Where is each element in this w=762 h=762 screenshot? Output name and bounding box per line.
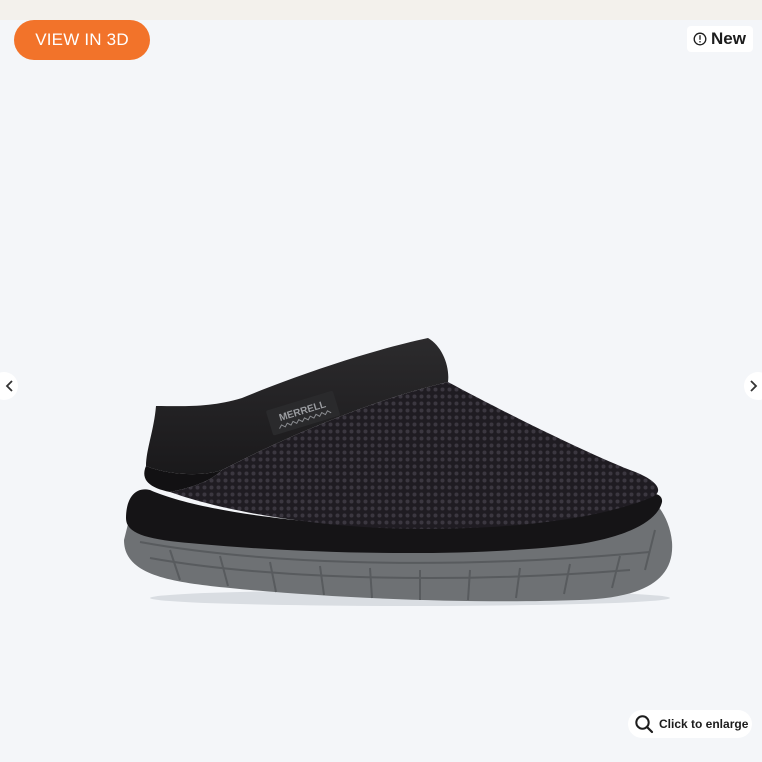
search-icon [635,715,654,734]
info-icon [693,32,707,46]
product-image: MERRELL [124,338,673,606]
previous-image-button[interactable] [0,372,18,400]
top-strip [0,0,762,20]
next-image-button[interactable] [744,372,762,400]
click-to-enlarge-label: Click to enlarge [659,717,749,731]
chevron-right-icon [750,380,758,392]
chevron-left-icon [5,380,13,392]
new-badge-label: New [711,29,746,48]
new-badge: New [687,26,753,52]
click-to-enlarge-button[interactable]: Click to enlarge [628,710,752,738]
view-in-3d-button[interactable]: VIEW IN 3D [14,20,150,60]
